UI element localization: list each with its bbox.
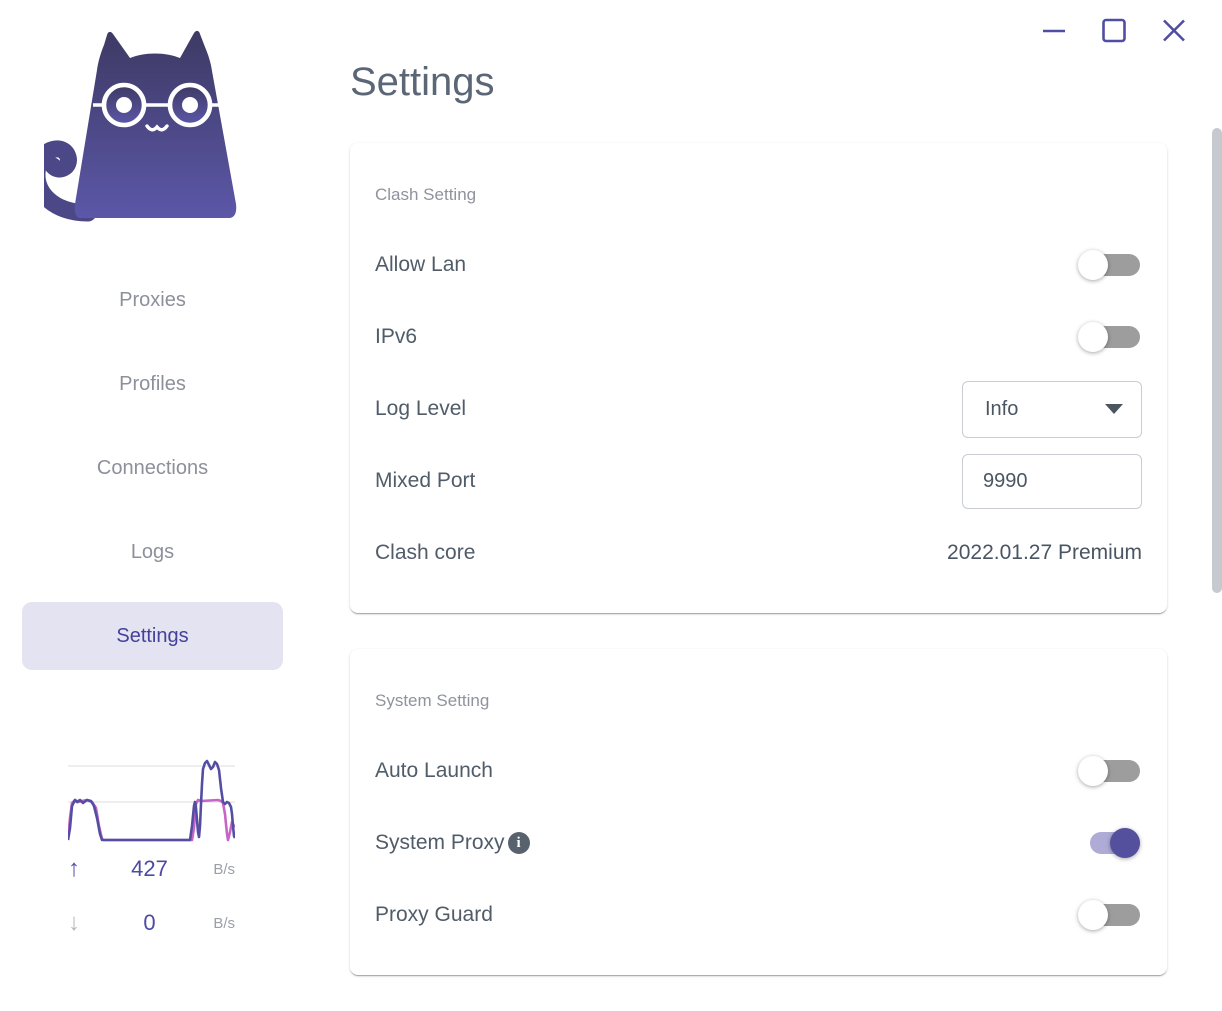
traffic-panel: ↑ 427 B/s ↓ 0 B/s <box>68 756 235 950</box>
settings-row-auto-launch: Auto Launch <box>375 735 1142 807</box>
settings-row-log-level: Log Level Info <box>375 373 1142 445</box>
upload-unit: B/s <box>213 860 235 878</box>
card-clash-setting: Clash Setting Allow Lan IPv6 Log Level Info M… <box>350 143 1167 613</box>
log-level-select[interactable]: Info <box>962 380 1142 438</box>
info-icon[interactable]: i <box>507 832 530 854</box>
settings-row-system-proxy: System Proxy i <box>375 807 1142 879</box>
row-label: Log Level <box>375 397 467 420</box>
download-unit: B/s <box>213 914 235 932</box>
sidebar-item-connections[interactable]: Connections <box>22 434 283 502</box>
download-stat: ↓ 0 B/s <box>68 896 235 950</box>
upload-stat: ↑ 427 B/s <box>68 842 235 896</box>
close-button[interactable] <box>1160 16 1187 44</box>
row-label: Clash core <box>375 541 476 564</box>
scrollbar-thumb[interactable] <box>1212 128 1222 593</box>
sidebar-item-profiles[interactable]: Profiles <box>22 350 283 418</box>
traffic-graph <box>68 759 235 842</box>
sidebar: Proxies Profiles Connections Logs Settings ↑… <box>0 0 305 956</box>
row-label: Allow Lan <box>375 253 467 276</box>
card-system-setting: System Setting Auto Launch System Proxy i Pr… <box>350 649 1167 975</box>
section-title: Clash Setting <box>375 185 477 204</box>
maximize-button[interactable] <box>1100 16 1127 44</box>
row-label: System Proxy i <box>375 831 530 855</box>
settings-row-allow-lan: Allow Lan <box>375 229 1142 301</box>
ipv6-toggle[interactable] <box>1078 320 1142 354</box>
download-arrow-icon: ↓ <box>68 909 80 936</box>
toggle-thumb <box>1078 900 1108 930</box>
settings-row-proxy-guard: Proxy Guard <box>375 879 1142 951</box>
download-value: 0 <box>143 910 156 935</box>
sidebar-item-logs[interactable]: Logs <box>22 518 283 586</box>
maximize-icon <box>1101 18 1126 43</box>
toggle-thumb <box>1078 322 1108 352</box>
mixed-port-input[interactable] <box>962 453 1142 509</box>
auto-launch-toggle[interactable] <box>1078 754 1142 788</box>
page-title: Settings <box>350 60 495 104</box>
row-label: IPv6 <box>375 325 418 348</box>
settings-row-ipv6: IPv6 <box>375 301 1142 373</box>
chevron-down-icon <box>1105 404 1123 414</box>
allow-lan-toggle[interactable] <box>1078 248 1142 282</box>
row-label: Mixed Port <box>375 469 476 492</box>
settings-row-mixed-port: Mixed Port <box>375 445 1142 517</box>
minimize-icon <box>1042 29 1065 33</box>
row-value: 2022.01.27 Premium <box>947 541 1142 564</box>
close-icon <box>1162 19 1185 42</box>
row-label: Auto Launch <box>375 759 493 782</box>
sidebar-item-proxies[interactable]: Proxies <box>22 266 283 334</box>
sidebar-nav: Proxies Profiles Connections Logs Settings <box>0 266 305 686</box>
system-proxy-toggle[interactable] <box>1078 826 1142 860</box>
toggle-thumb <box>1078 250 1108 280</box>
window-controls <box>1040 16 1187 44</box>
toggle-thumb <box>1110 828 1140 858</box>
toggle-thumb <box>1078 756 1108 786</box>
settings-cards: Clash Setting Allow Lan IPv6 Log Level Info M… <box>350 143 1167 1011</box>
settings-row-clash-core: Clash core 2022.01.27 Premium <box>375 517 1142 589</box>
row-label: Proxy Guard <box>375 903 493 926</box>
upload-value: 427 <box>131 856 168 881</box>
clash-cat-logo-icon <box>44 30 237 222</box>
sidebar-item-settings[interactable]: Settings <box>22 602 283 670</box>
select-value: Info <box>985 397 1019 420</box>
upload-arrow-icon: ↑ <box>68 855 80 882</box>
proxy-guard-toggle[interactable] <box>1078 898 1142 932</box>
minimize-button[interactable] <box>1040 16 1067 44</box>
section-title: System Setting <box>375 691 490 710</box>
